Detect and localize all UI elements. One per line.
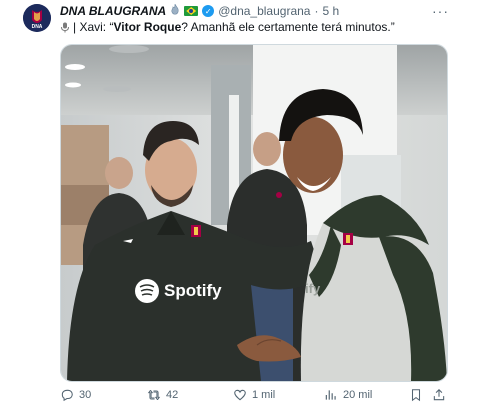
views-button[interactable]: 20 mil [324, 388, 372, 402]
flame-emoji-icon [170, 3, 180, 18]
timestamp[interactable]: 5 h [322, 4, 339, 18]
like-count: 1 mil [252, 389, 276, 401]
dna-logo: DNA [23, 4, 51, 32]
display-name[interactable]: DNA BLAUGRANA [60, 4, 166, 18]
brazil-flag-icon [184, 6, 199, 16]
handle[interactable]: @dna_blaugrana [218, 4, 310, 18]
more-icon[interactable]: ··· [432, 3, 449, 19]
svg-text:ify: ify [305, 281, 321, 296]
tweet-text: | Xavi: “Vitor Roque? Amanhã ele certame… [60, 20, 395, 34]
retweet-count: 42 [166, 389, 179, 401]
avatar[interactable]: DNA [23, 4, 51, 32]
verified-icon: ✓ [202, 5, 215, 17]
mic-icon [60, 22, 70, 33]
reply-icon [61, 389, 73, 402]
share-button[interactable] [432, 388, 446, 402]
tweet-header: DNA BLAUGRANA ✓ @dna_blaugrana · 5 h [60, 3, 339, 19]
like-icon [234, 389, 246, 401]
svg-text:DNA: DNA [32, 24, 43, 30]
photo-xavi-vitor-roque: Spotify ify [61, 45, 447, 381]
share-icon [433, 389, 445, 401]
bookmark-icon [411, 389, 421, 402]
tweet-card[interactable]: DNA DNA BLAUGRANA ✓ @dna_blaugrana · 5 h… [0, 0, 478, 412]
like-button[interactable]: 1 mil [233, 388, 275, 402]
retweet-button[interactable]: 42 [147, 388, 178, 402]
tweet-photo[interactable]: Spotify ify [60, 44, 448, 382]
action-bar: 30 42 1 mil 20 mil [60, 388, 446, 406]
reply-button[interactable]: 30 [60, 388, 91, 402]
retweet-icon [147, 390, 161, 400]
tweet-text-player: Vitor Roque [113, 20, 182, 34]
views-icon [325, 390, 336, 400]
bookmark-button[interactable] [409, 388, 423, 402]
separator-dot: · [314, 4, 319, 18]
tweet-text-prefix: | Xavi: “ [73, 20, 114, 34]
reply-count: 30 [79, 389, 92, 401]
shirt-sponsor-text: Spotify [164, 281, 222, 300]
views-count: 20 mil [343, 389, 373, 401]
tweet-text-rest: ? Amanhã ele certamente terá minutos.” [181, 20, 395, 34]
